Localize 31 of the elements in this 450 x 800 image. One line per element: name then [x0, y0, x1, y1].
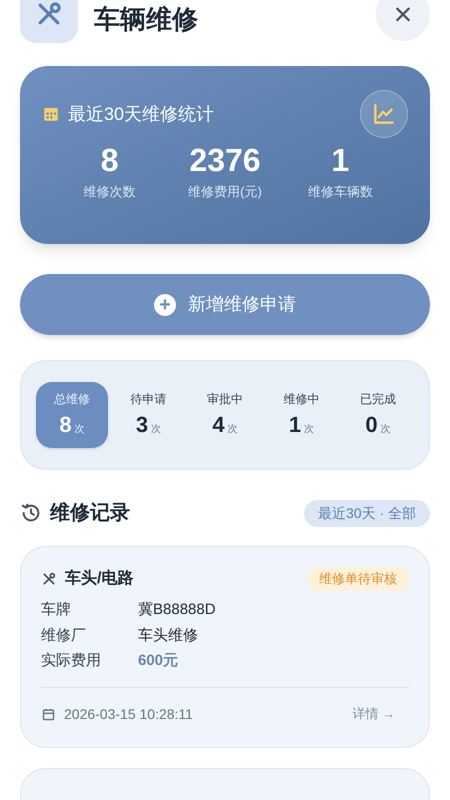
stat-value: 2376	[189, 141, 261, 180]
field-value: 冀B88888D	[138, 600, 216, 620]
stat-label: 维修车辆数	[308, 183, 373, 201]
stat-label: 维修费用(元)	[188, 183, 262, 201]
calendar-icon	[42, 105, 60, 123]
chart-button[interactable]	[360, 90, 408, 138]
history-icon	[20, 502, 42, 524]
status-tab[interactable]: 审批中 4 次	[189, 382, 261, 448]
stat-value: 8	[100, 141, 119, 180]
stats-title: 最近30天维修统计	[68, 102, 214, 126]
field-value: 600元	[138, 651, 178, 671]
stat-label: 维修次数	[84, 183, 136, 201]
status-tab[interactable]: 总维修 8 次	[36, 382, 108, 448]
field-value: 车头维修	[138, 626, 198, 646]
record-title: 车头/电路	[65, 568, 134, 589]
line-chart-icon	[371, 101, 397, 127]
page-title: 车辆维修	[94, 3, 199, 32]
tools-icon	[41, 571, 57, 587]
calendar-icon	[41, 706, 56, 722]
field-label: 维修厂	[41, 626, 87, 646]
status-tab[interactable]: 维修中 1 次	[266, 382, 338, 448]
status-badge: 维修单待审核	[307, 567, 409, 591]
field-label: 实际费用	[41, 651, 102, 671]
record-time: 2026-03-15 10:28:11	[64, 704, 193, 724]
field-label: 车牌	[41, 600, 72, 620]
section-title: 维修记录	[50, 500, 130, 526]
status-tab[interactable]: 待申请 3 次	[112, 382, 184, 448]
status-tab[interactable]: 已完成 0 次	[342, 382, 414, 448]
stat-value: 1	[331, 141, 350, 180]
plus-icon: +	[154, 294, 176, 316]
close-button[interactable]: ×	[376, 0, 430, 41]
